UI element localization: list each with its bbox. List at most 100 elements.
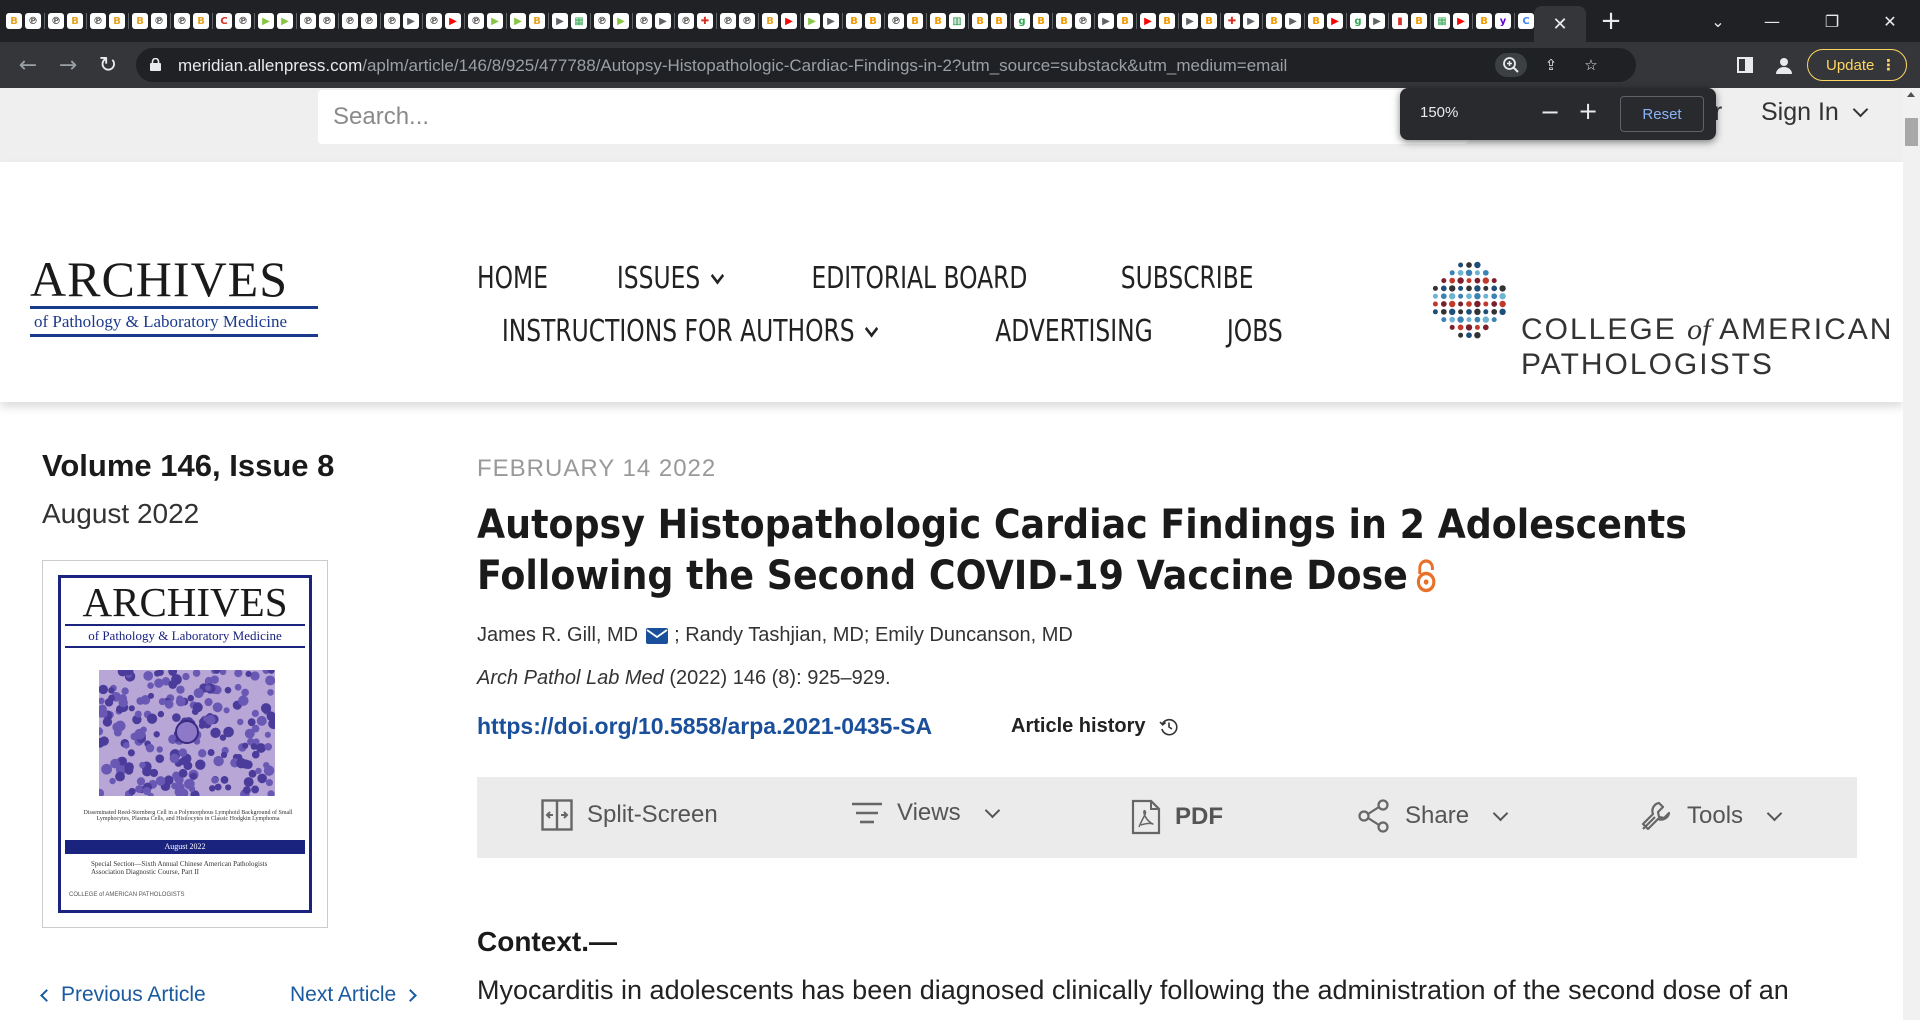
red-mark-favicon-icon[interactable]: ▮: [1392, 13, 1408, 29]
b3-favicon-icon[interactable]: B: [865, 13, 881, 29]
zoom-icon[interactable]: [1495, 53, 1527, 77]
nav-link-jobs[interactable]: JOBS: [1227, 314, 1283, 349]
share-page-icon[interactable]: ⇪: [1539, 53, 1563, 77]
p-favicon-icon[interactable]: ℗: [384, 13, 400, 29]
forward-button[interactable]: →: [52, 49, 84, 81]
play-favicon-icon[interactable]: ▶: [403, 13, 419, 29]
youtube-favicon-icon[interactable]: ▶: [1327, 13, 1343, 29]
youtube-favicon-icon[interactable]: ▶: [1453, 13, 1469, 29]
update-button[interactable]: Update ⋮: [1807, 49, 1907, 81]
page-scrollbar[interactable]: [1903, 88, 1920, 1020]
doc-favicon-icon[interactable]: ▦: [571, 13, 587, 29]
b3-favicon-icon[interactable]: B: [991, 13, 1007, 29]
rumble-favicon-icon[interactable]: ▶: [258, 13, 274, 29]
p-favicon-icon[interactable]: ℗: [888, 13, 904, 29]
nav-link-home[interactable]: HOME: [477, 261, 548, 296]
article-history-button[interactable]: Article history: [1011, 715, 1179, 738]
co-authors[interactable]: ; Randy Tashjian, MD; Emily Duncanson, M…: [674, 624, 1073, 647]
close-window-button[interactable]: ✕: [1860, 0, 1920, 42]
rumble-favicon-icon[interactable]: ▶: [277, 13, 293, 29]
blog-favicon-icon[interactable]: B: [6, 13, 22, 29]
youtube-favicon-icon[interactable]: ▶: [445, 13, 461, 29]
c-favicon-icon[interactable]: C: [1518, 13, 1534, 29]
zoom-out-button[interactable]: −: [1540, 98, 1560, 126]
b3-favicon-icon[interactable]: B: [1201, 13, 1217, 29]
zoom-in-button[interactable]: +: [1578, 97, 1598, 125]
b3-favicon-icon[interactable]: B: [1056, 13, 1072, 29]
scroll-up-arrow-icon[interactable]: [1907, 92, 1915, 97]
p-favicon-icon[interactable]: ℗: [342, 13, 358, 29]
views-dropdown[interactable]: Views: [851, 799, 1000, 827]
p-favicon-icon[interactable]: ℗: [636, 13, 652, 29]
doc-favicon-icon[interactable]: ▦: [1434, 13, 1450, 29]
next-article-link[interactable]: Next Article: [290, 983, 418, 1007]
doi-link[interactable]: https://doi.org/10.5858/arpa.2021-0435-S…: [477, 713, 932, 740]
p-favicon-icon[interactable]: ℗: [1075, 13, 1091, 29]
p-favicon-icon[interactable]: ℗: [678, 13, 694, 29]
blog-favicon-icon[interactable]: B: [762, 13, 778, 29]
p-favicon-icon[interactable]: ℗: [48, 13, 64, 29]
reload-button[interactable]: ↻: [92, 49, 124, 81]
nav-link-subscribe[interactable]: SUBSCRIBE: [1121, 261, 1254, 296]
b3-favicon-icon[interactable]: B: [1266, 13, 1282, 29]
play-favicon-icon[interactable]: ▶: [655, 13, 671, 29]
issue-volume[interactable]: Volume 146, Issue 8: [42, 448, 334, 484]
b3-favicon-icon[interactable]: B: [846, 13, 862, 29]
b3-favicon-icon[interactable]: B: [1159, 13, 1175, 29]
b3-favicon-icon[interactable]: B: [907, 13, 923, 29]
play-favicon-icon[interactable]: ▶: [1369, 13, 1385, 29]
p-favicon-icon[interactable]: ℗: [151, 13, 167, 29]
p-favicon-icon[interactable]: ℗: [235, 13, 251, 29]
blog-favicon-icon[interactable]: B: [132, 13, 148, 29]
play-favicon-icon[interactable]: ▶: [1243, 13, 1259, 29]
profile-icon[interactable]: [1772, 53, 1796, 77]
issue-cover[interactable]: ARCHIVES of Pathology & Laboratory Medic…: [42, 560, 328, 928]
author-link[interactable]: James R. Gill, MD: [477, 624, 638, 647]
p-favicon-icon[interactable]: ℗: [300, 13, 316, 29]
nav-link-instructions-for-authors[interactable]: INSTRUCTIONS FOR AUTHORS: [502, 314, 879, 349]
p-favicon-icon[interactable]: ℗: [25, 13, 41, 29]
journal-logo[interactable]: ARCHIVES of Pathology & Laboratory Medic…: [30, 254, 318, 337]
nav-link-issues[interactable]: ISSUES: [617, 261, 725, 296]
rumble-favicon-icon[interactable]: ▶: [804, 13, 820, 29]
rumble-favicon-icon[interactable]: ▶: [487, 13, 503, 29]
play-favicon-icon[interactable]: ▶: [552, 13, 568, 29]
b3-favicon-icon[interactable]: B: [1476, 13, 1492, 29]
rumble-favicon-icon[interactable]: ▶: [613, 13, 629, 29]
nav-link-advertising[interactable]: ADVERTISING: [996, 314, 1154, 349]
p-favicon-icon[interactable]: ℗: [426, 13, 442, 29]
bookmark-star-icon[interactable]: ☆: [1579, 53, 1603, 77]
b3-favicon-icon[interactable]: B: [930, 13, 946, 29]
tab-search-button[interactable]: ⌄: [1688, 0, 1748, 42]
g-favicon-icon[interactable]: g: [1350, 13, 1366, 29]
nav-link-editorial-board[interactable]: EDITORIAL BOARD: [812, 261, 1028, 296]
share-dropdown[interactable]: Share: [1357, 799, 1509, 833]
split-screen-button[interactable]: Split-Screen: [541, 799, 718, 831]
new-tab-button[interactable]: +: [1597, 6, 1625, 36]
sign-in-button[interactable]: Sign In: [1761, 98, 1869, 127]
g-favicon-icon[interactable]: g: [1014, 13, 1030, 29]
b3-favicon-icon[interactable]: B: [1308, 13, 1324, 29]
blog-favicon-icon[interactable]: B: [193, 13, 209, 29]
red-mark-favicon-icon[interactable]: ✚: [1224, 13, 1240, 29]
pdf-button[interactable]: PDF: [1131, 799, 1223, 835]
side-panel-icon[interactable]: [1733, 53, 1757, 77]
play-favicon-icon[interactable]: ▶: [823, 13, 839, 29]
b3-favicon-icon[interactable]: B: [972, 13, 988, 29]
p-favicon-icon[interactable]: ℗: [720, 13, 736, 29]
active-tab[interactable]: ✕: [1534, 6, 1586, 42]
b3-favicon-icon[interactable]: B: [1411, 13, 1427, 29]
p-favicon-icon[interactable]: ℗: [468, 13, 484, 29]
p-favicon-icon[interactable]: ℗: [90, 13, 106, 29]
back-button[interactable]: ←: [12, 49, 44, 81]
yahoo-favicon-icon[interactable]: y: [1495, 13, 1511, 29]
youtube-favicon-icon[interactable]: ▶: [781, 13, 797, 29]
minimize-button[interactable]: —: [1742, 0, 1802, 42]
address-bar[interactable]: meridian.allenpress.com/aplm/article/146…: [136, 48, 1636, 82]
site-search-input[interactable]: [318, 90, 1318, 144]
close-tab-icon[interactable]: ✕: [1552, 14, 1567, 35]
red-c-favicon-icon[interactable]: C: [216, 13, 232, 29]
red-mark-favicon-icon[interactable]: ✚: [697, 13, 713, 29]
scrollbar-thumb[interactable]: [1905, 118, 1918, 146]
restore-button[interactable]: ❐: [1802, 0, 1862, 42]
